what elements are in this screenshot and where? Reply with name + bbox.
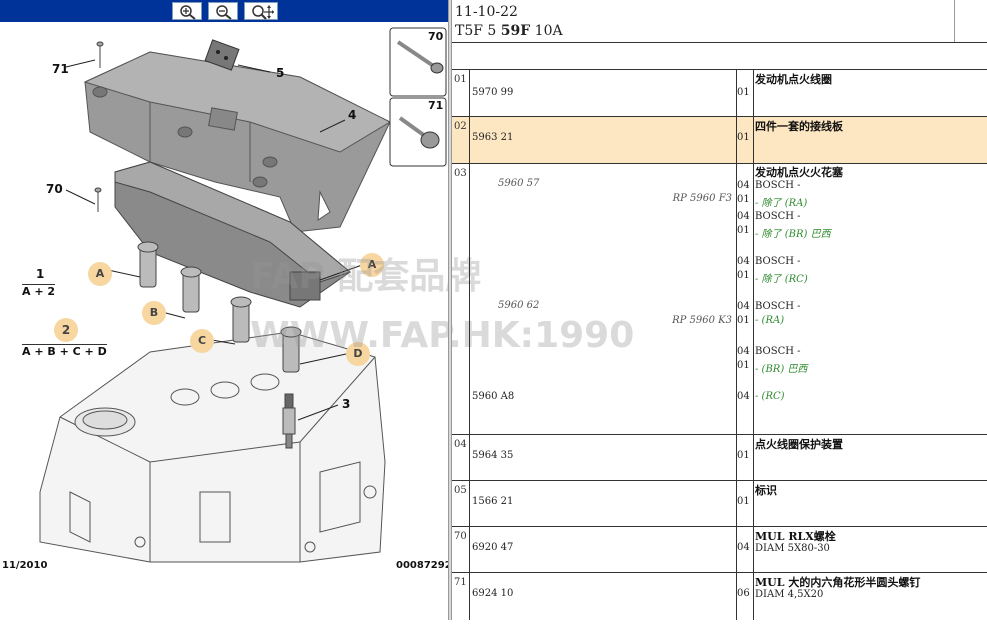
table-row[interactable]: 03 5960 57 RP 5960 F3 5960 62 RP 5960 K3… [452, 164, 987, 435]
line-text: - 除了 (BR) 巴西 [755, 229, 831, 240]
callout-3: 3 [342, 397, 351, 411]
table-row[interactable]: 70 6920 47 04 MUL RLX螺栓 DIAM 5X80-30 [452, 527, 987, 573]
catalog-code: T5F 5 59F 10A [455, 23, 563, 39]
row-index: 02 [452, 117, 470, 163]
zoom-fit-button[interactable] [244, 2, 278, 20]
part-reference[interactable]: 5960 A8 [472, 391, 514, 402]
line-quantity: 04 [737, 211, 750, 222]
part-title: 标识 [755, 484, 777, 497]
table-row-selected[interactable]: 02 5963 21 01 四件一套的接线板 [452, 117, 987, 164]
part-title: 点火线圈保护装置 [755, 438, 843, 451]
part-reference[interactable]: 6920 47 [472, 542, 513, 553]
line-text: - (BR) 巴西 [755, 364, 808, 375]
line-text: - 除了 (RA) [755, 198, 808, 209]
part-title: 发动机点火线圈 [755, 73, 832, 86]
inset-label-70: 70 [428, 30, 444, 43]
table-row[interactable]: 71 6924 10 06 MUL 大的内六角花形半圆头螺钉 DIAM 4,5X… [452, 573, 987, 620]
row-index: 04 [452, 435, 470, 480]
alt-reference: RP 5960 F3 [672, 193, 732, 204]
line-quantity: 04 [737, 391, 750, 402]
alt-reference: RP 5960 K3 [672, 315, 732, 326]
screw-inset [389, 27, 447, 167]
line-quantity: 04 [737, 301, 750, 312]
row-index: 03 [452, 164, 470, 434]
illustration-pane: 71 5 4 70 3 1 A + 2 2 A + B + C + D A A … [0, 0, 634, 620]
row-index: 71 [452, 573, 470, 620]
zoom-in-button[interactable] [172, 2, 202, 20]
table-row[interactable]: 01 5970 99 01 发动机点火线圈 [452, 70, 987, 117]
line-text: BOSCH - [755, 211, 801, 222]
part-quantity: 01 [737, 87, 750, 98]
exploded-parts-diagram: 71 5 4 70 3 1 A + 2 2 A + B + C + D A A … [0, 22, 634, 620]
line-quantity: 01 [737, 315, 750, 326]
callout-4: 4 [348, 108, 357, 122]
catalog-date: 11-10-22 [455, 4, 518, 20]
part-spec: DIAM 4,5X20 [755, 589, 824, 600]
part-title: MUL RLX螺栓 [755, 530, 836, 543]
callout-71: 71 [52, 62, 69, 76]
part-reference[interactable]: 5960 57 [498, 178, 539, 189]
part-reference[interactable]: 5960 62 [498, 300, 539, 311]
callout-70: 70 [46, 182, 63, 196]
part-title: 发动机点火火花塞 [755, 166, 843, 179]
line-text: - (RA) [755, 315, 785, 326]
line-quantity: 01 [737, 194, 750, 205]
line-text: - (RC) [755, 391, 785, 402]
zoom-out-icon [216, 5, 232, 20]
line-quantity: 04 [737, 180, 750, 191]
line-text: BOSCH - [755, 256, 801, 267]
group-1-number: 1 [36, 267, 45, 281]
row-index: 05 [452, 481, 470, 526]
part-quantity: 06 [737, 588, 750, 599]
line-quantity: 04 [737, 256, 750, 267]
part-quantity: 01 [737, 450, 750, 461]
row-index: 70 [452, 527, 470, 572]
inset-label-71: 71 [428, 99, 444, 112]
table-row[interactable]: 05 1566 21 01 标识 [452, 481, 987, 527]
line-quantity: 01 [737, 270, 750, 281]
part-quantity: 04 [737, 542, 750, 553]
line-text: BOSCH - [755, 346, 801, 357]
part-quantity: 01 [737, 496, 750, 507]
zoom-in-icon [180, 5, 196, 20]
group-1-formula: A + 2 [22, 284, 56, 298]
group-2-number: 2 [54, 318, 78, 342]
part-reference[interactable]: 1566 21 [472, 496, 513, 507]
line-quantity: 01 [737, 225, 750, 236]
part-quantity: 01 [737, 132, 750, 143]
footer-figure-number: 00087292 [396, 560, 452, 571]
line-text: BOSCH - [755, 301, 801, 312]
part-reference[interactable]: 6924 10 [472, 588, 513, 599]
callout-C: C [190, 329, 214, 353]
table-row[interactable]: 04 5964 35 01 点火线圈保护装置 [452, 435, 987, 481]
zoom-toolbar [0, 0, 448, 22]
part-reference[interactable]: 5964 35 [472, 450, 513, 461]
parts-table-pane: 11-10-22 T5F 5 59F 10A 01 5970 99 01 发动机… [452, 0, 987, 620]
callout-B: B [142, 301, 166, 325]
part-title: 四件一套的接线板 [755, 120, 843, 133]
group-2-formula: A + B + C + D [22, 344, 107, 358]
line-quantity: 04 [737, 346, 750, 357]
part-reference[interactable]: 5970 99 [472, 87, 513, 98]
row-index: 01 [452, 70, 470, 116]
callout-5: 5 [276, 66, 285, 80]
footer-date: 11/2010 [2, 560, 48, 571]
part-spec: DIAM 5X80-30 [755, 543, 830, 554]
part-reference[interactable]: 5963 21 [472, 132, 513, 143]
callout-A-left: A [88, 262, 112, 286]
line-quantity: 01 [737, 360, 750, 371]
part-title: MUL 大的内六角花形半圆头螺钉 [755, 576, 921, 589]
line-text: BOSCH - [755, 180, 801, 191]
cylinder-head-drawing [39, 331, 386, 563]
watermark-brand: FAP 配套品牌 [250, 256, 482, 297]
zoom-fit-icon [252, 5, 274, 20]
line-text: - 除了 (RC) [755, 274, 808, 285]
zoom-out-button[interactable] [208, 2, 238, 20]
